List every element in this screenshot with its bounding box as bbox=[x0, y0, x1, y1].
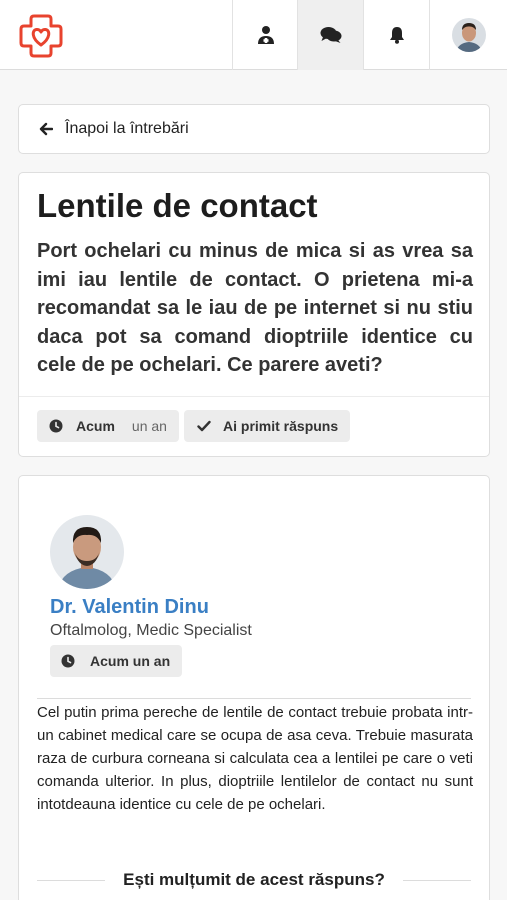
heart-cross-logo[interactable] bbox=[18, 13, 64, 59]
answer-body: Cel putin prima pereche de lentile de co… bbox=[37, 704, 473, 813]
divider bbox=[19, 396, 489, 397]
nav-doctors[interactable] bbox=[232, 0, 298, 70]
doctor-specialty: Oftalmolog, Medic Specialist bbox=[50, 622, 252, 639]
back-to-questions-link[interactable]: Înapoi la întrebări bbox=[18, 104, 490, 154]
answer-time-badge: Acum un an bbox=[50, 645, 182, 677]
feedback-section: Ești mulțumit de acest răspuns? bbox=[37, 870, 471, 890]
doctor-name-link[interactable]: Dr. Valentin Dinu bbox=[50, 596, 209, 619]
chat-icon bbox=[320, 27, 341, 43]
question-title: Lentile de contact bbox=[37, 187, 318, 224]
top-bar bbox=[0, 0, 507, 70]
answered-badge: Ai primit răspuns bbox=[184, 410, 350, 442]
nav-messages[interactable] bbox=[297, 0, 363, 70]
time-value: un an bbox=[131, 418, 167, 434]
doctor-icon bbox=[257, 26, 274, 44]
check-icon bbox=[197, 420, 211, 432]
doctor-avatar[interactable] bbox=[50, 515, 124, 589]
feedback-prompt: Ești mulțumit de acest răspuns? bbox=[123, 870, 385, 889]
arrow-left-icon bbox=[39, 122, 53, 136]
answered-label: Ai primit răspuns bbox=[223, 418, 339, 434]
nav-profile[interactable] bbox=[429, 0, 507, 70]
clock-icon bbox=[49, 419, 63, 433]
question-card: Lentile de contact Port ochelari cu minu… bbox=[18, 172, 490, 457]
clock-icon bbox=[61, 654, 75, 668]
bell-icon bbox=[389, 27, 404, 44]
question-body: Port ochelari cu minus de mica si as vre… bbox=[37, 240, 473, 376]
user-avatar[interactable] bbox=[451, 18, 486, 52]
question-time-badge: Acum un an bbox=[37, 410, 179, 442]
divider bbox=[402, 879, 471, 881]
answer-card: Dr. Valentin Dinu Oftalmolog, Medic Spec… bbox=[18, 475, 490, 900]
divider bbox=[37, 698, 471, 699]
time-label: Acum bbox=[76, 418, 115, 434]
divider bbox=[37, 879, 106, 881]
nav-notifications[interactable] bbox=[363, 0, 429, 70]
back-label: Înapoi la întrebări bbox=[65, 120, 189, 137]
answer-time: Acum un an bbox=[90, 653, 171, 669]
